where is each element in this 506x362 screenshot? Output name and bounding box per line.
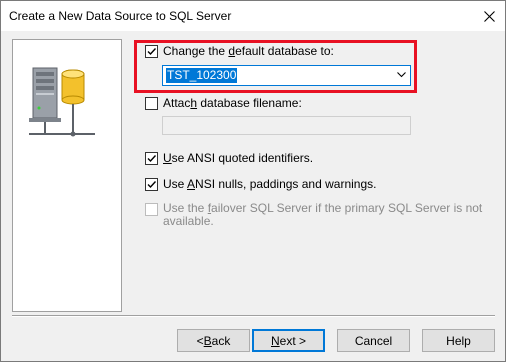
wizard-image-panel [12, 39, 122, 312]
attach-db-checkbox[interactable] [145, 97, 158, 110]
failover-label-line2: available. [163, 214, 214, 228]
separator [12, 315, 495, 317]
database-server-icon [29, 67, 95, 137]
dialog-window: Create a New Data Source to SQL Server C… [0, 0, 506, 362]
help-button[interactable]: Help [422, 329, 495, 352]
ansi-nulls-label[interactable]: Use ANSI nulls, paddings and warnings. [163, 177, 376, 191]
attach-db-label[interactable]: Attach database filename: [163, 96, 302, 110]
checkmark-icon [147, 181, 157, 189]
next-button[interactable]: Next > [252, 329, 325, 352]
ansi-quoted-label[interactable]: Use ANSI quoted identifiers. [163, 151, 313, 165]
window-title: Create a New Data Source to SQL Server [9, 9, 232, 23]
ansi-nulls-checkbox[interactable] [145, 178, 158, 191]
checkmark-icon [147, 155, 157, 163]
cancel-button[interactable]: Cancel [337, 329, 410, 352]
close-button[interactable] [473, 1, 505, 31]
back-button[interactable]: < Back [177, 329, 250, 352]
ansi-quoted-checkbox[interactable] [145, 152, 158, 165]
failover-label-line1: Use the failover SQL Server if the prima… [163, 201, 483, 215]
highlight-box [134, 40, 417, 93]
attach-db-filename-input[interactable] [162, 116, 411, 135]
close-icon [483, 10, 495, 22]
failover-checkbox [145, 203, 158, 216]
title-bar: Create a New Data Source to SQL Server [1, 1, 505, 31]
